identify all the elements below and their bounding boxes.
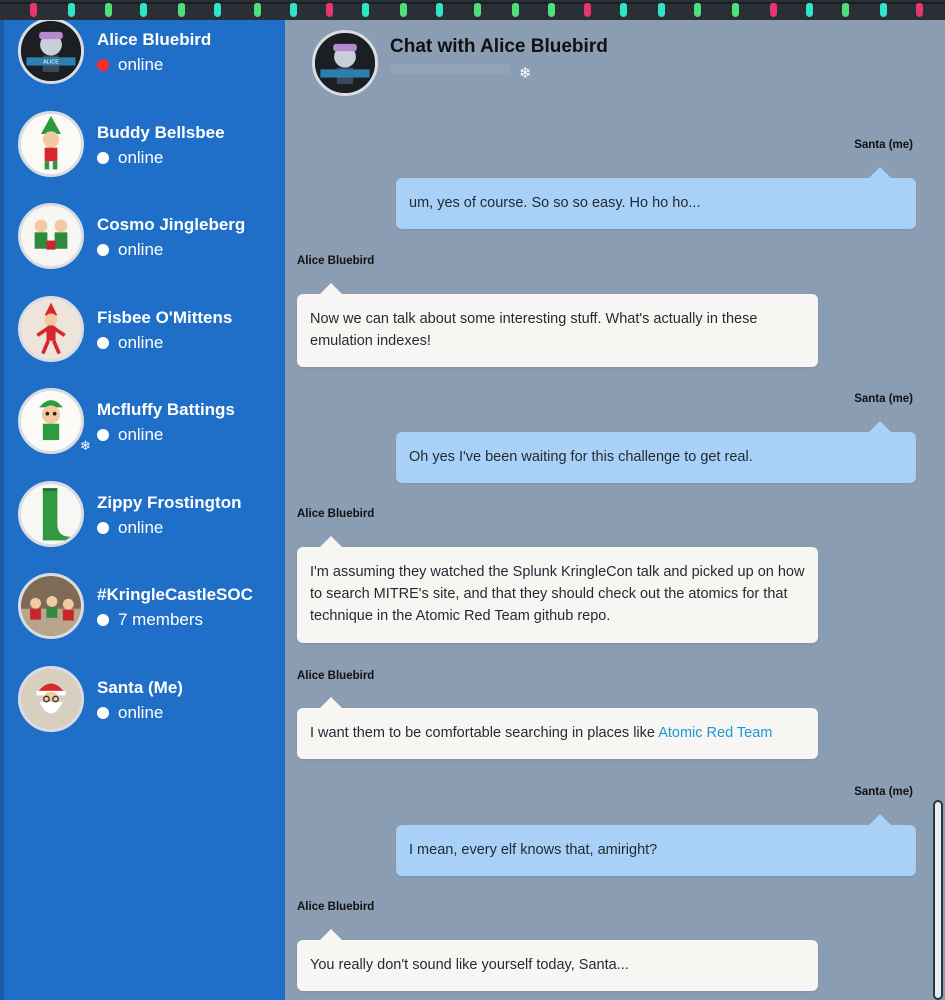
avatar-kringlecastlesoc [18, 573, 84, 639]
avatar-alice-bluebird: ALICE [18, 18, 84, 84]
contact-status: online [97, 425, 163, 445]
avatar-santa [18, 665, 84, 732]
bubble-tail [869, 814, 891, 825]
avatar-zippy-frostington [18, 480, 84, 547]
status-text: 7 members [118, 610, 204, 629]
message-sender: Santa (me) [854, 393, 913, 405]
avatar-fisbee-omittens [18, 295, 84, 362]
contact-status: 7 members [97, 610, 203, 630]
contact-status: online [97, 703, 163, 723]
message-bubble-mine: I mean, every elf knows that, amiright? [396, 814, 916, 876]
contact-cosmo-jingleberg[interactable]: Cosmo Jingleberg online [4, 199, 285, 292]
contact-name: Cosmo Jingleberg [97, 215, 246, 234]
online-status-dot [97, 429, 109, 441]
message-bubble-mine: um, yes of course. So so so easy. Ho ho … [396, 167, 916, 229]
message-text: You really don't sound like yourself tod… [310, 957, 629, 973]
bubble-tail [320, 929, 342, 940]
message-bubble-theirs: Now we can talk about some interesting s… [297, 283, 818, 367]
message-sender: Alice Bluebird [297, 901, 375, 913]
message-sender: Alice Bluebird [297, 670, 375, 682]
online-status-dot [97, 244, 109, 256]
contact-status: online [97, 55, 163, 75]
message-text: Oh yes I've been waiting for this challe… [409, 449, 753, 465]
chat-title: Chat with Alice Bluebird [390, 36, 608, 57]
bubble-tail [320, 536, 342, 547]
contact-name: Mcfluffy Battings [97, 400, 235, 419]
contact-mcfluffy-battings[interactable]: ❄ Mcfluffy Battings online [4, 384, 285, 477]
message-bubble-theirs: You really don't sound like yourself tod… [297, 929, 818, 991]
contact-kringlecastlesoc[interactable]: #KringleCastleSOC 7 members [4, 569, 285, 662]
contact-name: Alice Bluebird [97, 30, 212, 49]
status-text: online [118, 425, 164, 444]
message-sender: Alice Bluebird [297, 255, 375, 267]
message-text: Now we can talk about some interesting s… [310, 311, 758, 349]
message-sender: Santa (me) [854, 786, 913, 798]
status-text: online [118, 702, 164, 722]
bubble-tail [320, 283, 342, 294]
contact-alice-bluebird[interactable]: ALICE Alice Bluebird online [4, 14, 285, 107]
online-status-dot [97, 336, 109, 349]
online-status-dot [97, 706, 109, 719]
status-text: online [118, 517, 164, 537]
avatar-cosmo-jingleberg [18, 203, 84, 269]
status-text: online [118, 55, 164, 74]
snowflake-icon: ❄ [519, 65, 532, 82]
contact-buddy-bellsbee[interactable]: Buddy Bellsbee online [4, 107, 285, 200]
status-text: online [118, 147, 164, 167]
message-text: I mean, every elf knows that, amiright? [409, 842, 658, 858]
contact-status: online [97, 148, 163, 168]
message-bubble-mine: Oh yes I've been waiting for this challe… [396, 421, 916, 483]
avatar-mcfluffy-battings [18, 388, 84, 454]
contact-name: Fisbee O'Mittens [97, 307, 233, 327]
message-bubble-theirs: I want them to be comfortable searching … [297, 697, 818, 759]
contact-name: Zippy Frostington [97, 492, 242, 512]
contact-name: Santa (Me) [97, 677, 183, 697]
contact-status: online [97, 240, 163, 260]
message-text: um, yes of course. So so so easy. Ho ho … [409, 195, 701, 211]
chat-subtitle-placeholder [390, 64, 510, 74]
online-status-dot [97, 151, 109, 164]
avatar-buddy-bellsbee [18, 110, 84, 177]
bubble-tail [320, 697, 342, 708]
snowflake-icon: ❄ [80, 438, 91, 453]
status-text: online [118, 332, 164, 352]
message-bubble-theirs: I'm assuming they watched the Splunk Kri… [297, 536, 818, 643]
contact-status: online [97, 518, 163, 538]
message-text: I want them to be comfortable searching … [310, 725, 659, 741]
chat-panel: Chat with Alice Bluebird ❄ Santa (me) um… [285, 0, 945, 1000]
svg-text:ALICE: ALICE [43, 60, 59, 66]
online-status-dot [97, 59, 109, 71]
contact-status: online [97, 333, 163, 353]
bubble-tail [869, 167, 891, 178]
contacts-sidebar: ALICE Alice Bluebird online Buddy Bellsb… [0, 0, 285, 1000]
holiday-lights-decoration [0, 0, 945, 20]
chat-scrollbar-thumb[interactable] [933, 800, 943, 1000]
message-sender: Santa (me) [854, 139, 913, 151]
online-status-dot [97, 521, 109, 534]
message-text: I'm assuming they watched the Splunk Kri… [310, 564, 805, 624]
contact-name: #KringleCastleSOC [97, 585, 253, 604]
online-status-dot [97, 614, 109, 626]
contact-name: Buddy Bellsbee [97, 122, 225, 142]
message-sender: Alice Bluebird [297, 508, 375, 520]
contact-fisbee-omittens[interactable]: Fisbee O'Mittens online [4, 292, 285, 385]
status-text: online [118, 240, 164, 259]
contact-zippy-frostington[interactable]: Zippy Frostington online [4, 477, 285, 570]
atomic-red-team-link[interactable]: Atomic Red Team [658, 725, 772, 741]
contact-santa-me[interactable]: Santa (Me) online [4, 662, 285, 755]
chat-header-avatar [312, 30, 378, 96]
bubble-tail [869, 421, 891, 432]
